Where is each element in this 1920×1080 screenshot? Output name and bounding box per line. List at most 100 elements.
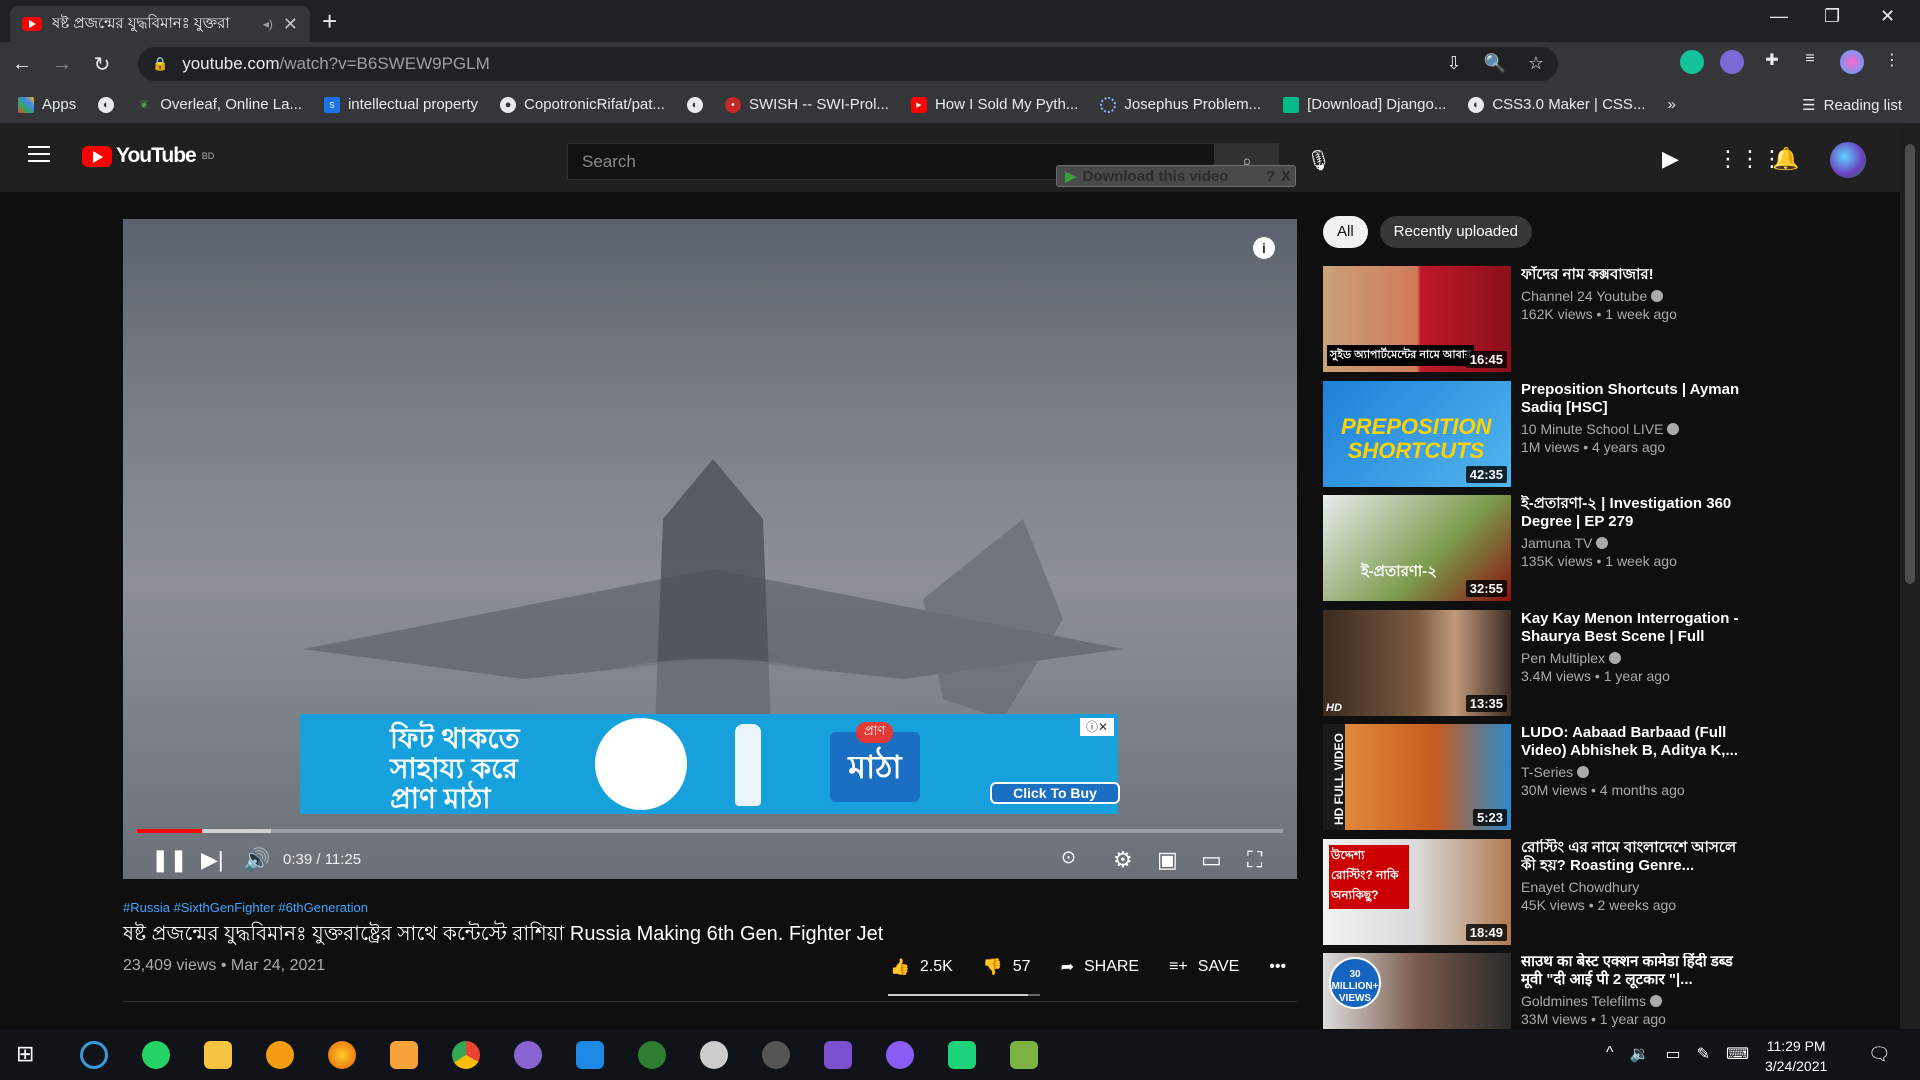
search-icon[interactable] xyxy=(80,1041,108,1069)
video-thumbnail[interactable]: সুইড অ্যাপার্টমেন্টের নামে আবার 16:45 xyxy=(1323,266,1511,372)
reload-icon[interactable]: ↻ xyxy=(84,52,120,77)
ad-banner[interactable]: ফিট থাকতে সাহায্য করে প্রাণ মাঠা মাঠা প্রা… xyxy=(300,714,1120,814)
chrome-icon[interactable] xyxy=(452,1041,480,1069)
whatsapp-icon[interactable] xyxy=(142,1041,170,1069)
share-button[interactable]: ➦ SHARE xyxy=(1061,957,1140,977)
notification-icon[interactable]: 🗨 xyxy=(1868,1044,1891,1065)
minimize-icon[interactable]: — xyxy=(1770,6,1788,27)
app-icon[interactable] xyxy=(700,1041,728,1069)
list-item[interactable]: সুইড অ্যাপার্টমেন্টের নামে আবার 16:45 ফা… xyxy=(1323,266,1753,381)
video-progress-bar[interactable] xyxy=(137,829,1283,833)
theater-mode-icon[interactable]: ▭ xyxy=(1201,847,1222,873)
app-icon[interactable] xyxy=(1010,1041,1038,1069)
bookmarks-more-button[interactable]: » xyxy=(1667,96,1675,113)
video-thumbnail[interactable]: উদ্দেশ্য রোস্টিং? নাকি অন্যকিছু? 18:49 xyxy=(1323,838,1511,945)
miniplayer-icon[interactable]: ▣ xyxy=(1157,847,1178,873)
install-icon[interactable]: ⇩ xyxy=(1446,53,1461,74)
next-icon[interactable]: ▶| xyxy=(201,847,224,873)
bookmark-item[interactable]: ● CopotronicRifat/pat... xyxy=(500,96,665,113)
visual-studio-icon[interactable] xyxy=(824,1041,852,1069)
back-icon[interactable]: ← xyxy=(4,53,40,76)
zoom-icon[interactable]: 🔍 xyxy=(1483,53,1505,74)
file-explorer-icon[interactable] xyxy=(204,1041,232,1069)
save-button[interactable]: ≡+ SAVE xyxy=(1169,958,1239,976)
volume-icon[interactable]: 🔉 xyxy=(1630,1044,1650,1064)
extensions-puzzle-icon[interactable]: ✚ xyxy=(1760,50,1784,74)
volume-icon[interactable]: 🔊 xyxy=(243,847,270,873)
chevron-up-icon[interactable]: ^ xyxy=(1606,1044,1614,1064)
video-player[interactable]: i ফিট থাকতে সাহায্য করে প্রাণ মাঠা মাঠা প্… xyxy=(123,219,1297,879)
fullscreen-icon[interactable]: ⛶ xyxy=(1247,847,1262,873)
keyboard-icon[interactable]: ⌨ xyxy=(1726,1044,1749,1064)
github-desktop-icon[interactable] xyxy=(514,1041,542,1069)
firefox-icon[interactable] xyxy=(328,1041,356,1069)
vscode-icon[interactable] xyxy=(576,1041,604,1069)
ad-cta-button[interactable]: Click To Buy xyxy=(990,782,1120,804)
list-item[interactable]: HD FULL VIDEO 5:23 LUDO: Aabaad Barbaad … xyxy=(1323,724,1753,839)
bookmark-item[interactable]: • SWISH -- SWI-Prol... xyxy=(724,96,889,113)
page-scrollbar[interactable] xyxy=(1900,124,1920,1029)
microphone-icon[interactable]: 🎙 xyxy=(1306,148,1331,173)
list-item[interactable]: PREPOSITION SHORTCUTS 42:35 Preposition … xyxy=(1323,380,1753,496)
settings-gear-icon[interactable]: ⚙ xyxy=(1113,847,1133,873)
bookmark-item[interactable]: Apps xyxy=(18,96,76,113)
extension-icon[interactable] xyxy=(1720,50,1744,74)
pycharm-icon[interactable] xyxy=(948,1041,976,1069)
app-icon[interactable] xyxy=(638,1041,666,1069)
video-thumbnail[interactable]: HD 13:35 xyxy=(1323,609,1511,716)
info-icon[interactable]: i xyxy=(1253,237,1275,259)
pause-icon[interactable]: ❚❚ xyxy=(151,847,188,873)
bookmark-item[interactable]: ❦ Overleaf, Online La... xyxy=(136,96,302,113)
video-thumbnail[interactable]: ই-প্রতারণা-২ 32:55 xyxy=(1323,495,1511,601)
app-icon[interactable] xyxy=(266,1041,294,1069)
bookmark-star-icon[interactable]: ☆ xyxy=(1528,53,1544,74)
more-menu-icon[interactable]: ⋮ xyxy=(1880,50,1904,74)
bookmark-item[interactable]: ◐ xyxy=(686,96,703,113)
forward-icon[interactable]: → xyxy=(44,53,80,76)
restore-icon[interactable]: ❐ xyxy=(1824,6,1840,27)
pen-icon[interactable]: ✎ xyxy=(1697,1044,1710,1064)
messenger-icon[interactable] xyxy=(886,1041,914,1069)
autoplay-toggle[interactable]: ⊙ xyxy=(1061,847,1076,868)
chip-all[interactable]: All xyxy=(1323,216,1368,248)
windows-start-icon[interactable]: ⊞ xyxy=(16,1041,44,1069)
chip-recently-uploaded[interactable]: Recently uploaded xyxy=(1379,216,1532,248)
list-item[interactable]: উদ্দেশ্য রোস্টিং? নাকি অন্যকিছু? 18:49 র… xyxy=(1323,838,1753,954)
tab-close-icon[interactable]: ✕ xyxy=(283,14,298,35)
bookmark-item[interactable]: Josephus Problem... xyxy=(1100,96,1261,113)
bookmark-item[interactable]: ◐ CSS3.0 Maker | CSS... xyxy=(1468,96,1645,113)
hamburger-menu-icon[interactable] xyxy=(28,146,50,162)
youtube-logo[interactable]: YouTube BD xyxy=(82,144,214,168)
video-thumbnail[interactable]: PREPOSITION SHORTCUTS 42:35 xyxy=(1323,380,1511,487)
notifications-bell-icon[interactable]: 🔔 xyxy=(1772,146,1799,172)
browser-tab[interactable]: ষষ্ট প্রজন্মের যুদ্ধবিমানঃ যুক্তরা ◂) ✕ xyxy=(10,6,310,42)
bookmark-item[interactable]: ▸ How I Sold My Pyth... xyxy=(910,96,1078,113)
address-bar[interactable]: 🔒 youtube.com/watch?v=B6SWEW9PGLM ⇩ 🔍 ☆ xyxy=(138,47,1558,81)
list-item[interactable]: ই-প্রতারণা-২ 32:55 ই-প্রতারণা-২ | Invest… xyxy=(1323,495,1753,610)
ad-close-icon[interactable]: ⓘ✕ xyxy=(1080,718,1114,736)
profile-avatar[interactable] xyxy=(1840,50,1864,74)
bookmark-item[interactable]: [Download] Django... xyxy=(1283,96,1446,113)
more-actions-button[interactable]: ••• xyxy=(1269,958,1286,976)
dislike-button[interactable]: 👎 57 xyxy=(983,957,1031,977)
app-icon[interactable] xyxy=(390,1041,418,1069)
app-icon[interactable] xyxy=(762,1041,790,1069)
create-video-icon[interactable]: ▶︎ xyxy=(1662,146,1679,172)
avatar[interactable] xyxy=(1830,142,1866,178)
scrollbar-thumb[interactable] xyxy=(1905,144,1915,584)
close-window-icon[interactable]: ✕ xyxy=(1880,6,1895,27)
video-thumbnail[interactable]: HD FULL VIDEO 5:23 xyxy=(1323,724,1511,830)
media-icon[interactable]: ≡ xyxy=(1798,50,1822,74)
like-button[interactable]: 👍 2.5K xyxy=(890,957,953,977)
clock[interactable]: 11:29 PM 3/24/2021 xyxy=(1765,1036,1827,1076)
network-icon[interactable]: ▭ xyxy=(1665,1044,1680,1064)
tab-mute-icon[interactable]: ◂) xyxy=(263,17,273,31)
bookmark-item[interactable]: s intellectual property xyxy=(323,96,478,113)
list-item[interactable]: HD 13:35 Kay Kay Menon Interrogation - S… xyxy=(1323,609,1753,725)
new-tab-button[interactable]: + xyxy=(322,6,337,37)
reading-list-button[interactable]: ☰ Reading list xyxy=(1802,96,1902,115)
download-video-bar[interactable]: ▶ Download this video? X xyxy=(1056,165,1296,187)
video-thumbnail[interactable]: 30 MILLION+ VIEWS xyxy=(1323,953,1511,1029)
grammarly-icon[interactable] xyxy=(1680,50,1704,74)
hashtags[interactable]: #Russia #SixthGenFighter #6thGeneration xyxy=(123,900,1297,915)
